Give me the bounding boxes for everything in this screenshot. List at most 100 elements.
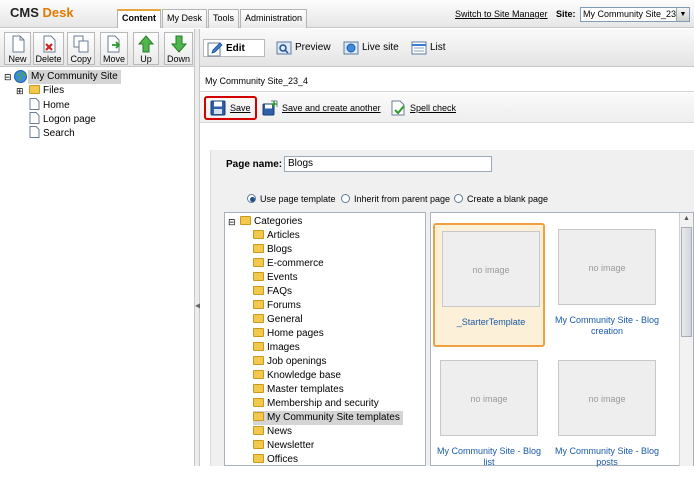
app-logo: CMS Desk (10, 5, 74, 20)
delete-icon (43, 35, 55, 53)
category-item[interactable]: Job openings (253, 355, 327, 369)
list-mode-button[interactable]: List (408, 39, 458, 57)
copy-icon (73, 35, 89, 53)
category-item[interactable]: News (253, 425, 292, 439)
scrollbar-thumb[interactable] (681, 227, 692, 337)
template-name: _StarterTemplate (456, 317, 526, 327)
category-label: E-commerce (267, 258, 324, 269)
tree-item-label: Logon page (43, 114, 96, 125)
template-card[interactable]: no image _StarterTemplate (433, 223, 545, 347)
radio-use-page-template[interactable]: Use page template (247, 194, 336, 204)
save-disk-icon (210, 100, 226, 116)
tree-expand-toggle-files[interactable]: ⊞ (16, 84, 24, 98)
save-label: Save (230, 103, 251, 113)
scroll-up-arrow-icon[interactable]: ▲ (683, 215, 690, 222)
tree-item-files[interactable]: Files (29, 84, 64, 98)
spell-check-icon (391, 100, 405, 116)
radio-label: Inherit from parent page (354, 194, 451, 204)
copy-button[interactable]: Copy (67, 32, 95, 65)
view-mode-bar: Edit Preview Live site List (200, 29, 694, 67)
category-label: Newsletter (267, 440, 315, 451)
template-thumbnail: no image (558, 229, 656, 305)
tab-tools[interactable]: Tools (208, 9, 240, 28)
category-label: Membership and security (267, 398, 379, 409)
radio-create-blank-page[interactable]: Create a blank page (454, 194, 548, 204)
folder-icon (253, 328, 264, 337)
template-card[interactable]: no image My Community Site - Blog creati… (551, 223, 663, 347)
move-button[interactable]: Move (100, 32, 128, 65)
template-name: My Community Site - Blog list (436, 446, 542, 467)
new-button[interactable]: New (4, 32, 31, 65)
folder-icon (253, 440, 264, 449)
move-button-label: Move (102, 54, 125, 64)
edit-mode-button[interactable]: Edit (203, 39, 265, 57)
category-label: Job openings (267, 356, 327, 367)
preview-mode-button[interactable]: Preview (273, 39, 333, 57)
template-grid-scrollbar[interactable]: ▲ (679, 213, 693, 466)
delete-button[interactable]: Delete (33, 32, 64, 65)
tree-collapse-toggle[interactable]: ⊟ (4, 70, 12, 84)
tree-root-my-community-site[interactable]: My Community Site (28, 70, 121, 84)
category-item[interactable]: E-commerce (253, 257, 324, 271)
spell-check-button[interactable]: Spell check (388, 98, 456, 118)
tab-content[interactable]: Content (117, 9, 161, 28)
down-button[interactable]: Down (164, 32, 193, 65)
radio-unchecked-icon (341, 194, 350, 203)
category-item[interactable]: Offices (253, 453, 298, 467)
radio-label: Create a blank page (467, 194, 549, 204)
category-label: Categories (254, 216, 303, 227)
category-item[interactable]: Articles (253, 229, 300, 243)
category-label: Home pages (267, 328, 324, 339)
edit-mode-label: Edit (226, 43, 245, 54)
template-card[interactable]: no image My Community Site - Blog list (433, 354, 545, 478)
category-item[interactable]: Knowledge base (253, 369, 341, 383)
category-label: General (267, 314, 303, 325)
category-item[interactable]: My Community Site templates (253, 411, 403, 425)
radio-checked-icon (247, 194, 256, 203)
tree-item-home[interactable]: Home (29, 98, 70, 112)
category-root[interactable]: Categories (240, 215, 302, 229)
category-item[interactable]: Images (253, 341, 300, 355)
category-item[interactable]: Master templates (253, 383, 344, 397)
category-item[interactable]: Events (253, 271, 298, 285)
page-icon (29, 98, 40, 110)
category-item[interactable]: General (253, 313, 303, 327)
category-item[interactable]: Forums (253, 299, 301, 313)
tree-item-search[interactable]: Search (29, 126, 75, 140)
live-site-mode-button[interactable]: Live site (340, 39, 402, 57)
globe-icon (14, 70, 27, 83)
folder-icon (253, 230, 264, 239)
save-and-create-another-button[interactable]: Save and create another (260, 98, 381, 118)
live-site-mode-label: Live site (362, 42, 399, 53)
category-item[interactable]: Membership and security (253, 397, 379, 411)
page-name-input[interactable]: Blogs (284, 156, 492, 172)
category-label: Blogs (267, 244, 293, 255)
site-select[interactable]: My Community Site_23_4 ▼ (580, 7, 690, 22)
category-item[interactable]: Newsletter (253, 439, 314, 453)
save-button[interactable]: Save (204, 96, 257, 120)
delete-button-label: Delete (35, 54, 62, 64)
save-new-icon (262, 100, 278, 116)
chevron-down-icon: ▼ (676, 8, 689, 21)
tab-my-desk[interactable]: My Desk (162, 9, 208, 28)
folder-icon (253, 412, 264, 421)
template-name: My Community Site - Blog posts (554, 446, 660, 467)
category-collapse-toggle[interactable]: ⊟ (228, 215, 236, 229)
page-name-label: Page name: (226, 159, 283, 170)
category-item[interactable]: Blogs (253, 243, 292, 257)
save-and-create-another-label: Save and create another (282, 103, 381, 113)
category-item[interactable]: FAQs (253, 285, 292, 299)
category-item[interactable]: Home pages (253, 327, 324, 341)
up-button[interactable]: Up (133, 32, 159, 65)
category-label: Offices (267, 454, 298, 465)
switch-to-site-manager-link[interactable]: Switch to Site Manager (455, 9, 548, 19)
site-label: Site: (556, 9, 576, 19)
spell-check-label: Spell check (410, 103, 457, 113)
tab-administration[interactable]: Administration (240, 9, 308, 28)
radio-inherit-from-parent[interactable]: Inherit from parent page (341, 194, 450, 204)
move-icon (107, 35, 121, 53)
folder-icon (253, 286, 264, 295)
template-card[interactable]: no image My Community Site - Blog posts (551, 354, 663, 478)
tree-item-logon-page[interactable]: Logon page (29, 112, 96, 126)
folder-icon (253, 384, 264, 393)
